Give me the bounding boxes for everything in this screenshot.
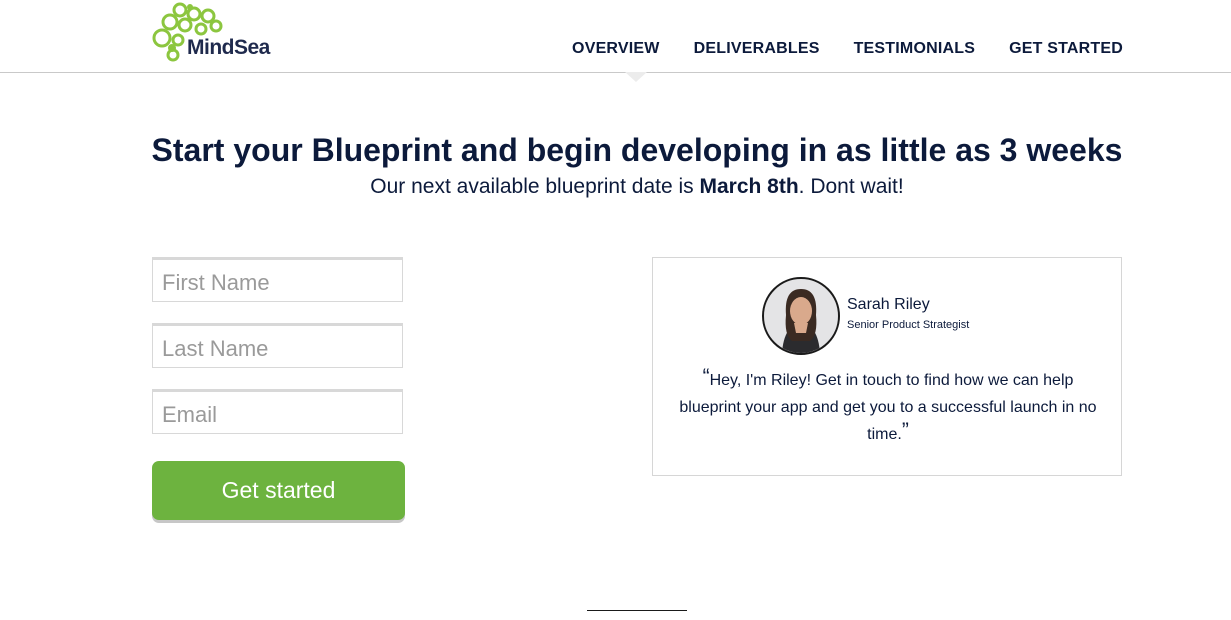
page-headline: Start your Blueprint and begin developin… [151,132,1123,168]
nav-testimonials[interactable]: TESTIMONIALS [854,40,976,58]
last-name-input[interactable] [152,323,403,368]
email-input[interactable] [152,389,403,434]
active-nav-pointer [625,72,647,82]
site-header: MindSea OVERVIEW DELIVERABLES TESTIMONIA… [0,0,1231,73]
open-quote-mark: “ [702,365,710,388]
testimonial-title: Senior Product Strategist [847,319,970,331]
logo-wordmark: MindSea [187,36,270,59]
main-nav: OVERVIEW DELIVERABLES TESTIMONIALS GET S… [572,40,1123,58]
nav-get-started[interactable]: GET STARTED [1009,40,1123,58]
subheadline-prefix: Our next available blueprint date is [370,175,700,198]
blueprint-date: March 8th [699,175,799,198]
avatar [762,277,840,355]
testimonial-card: Sarah Riley Senior Product Strategist “H… [652,257,1122,476]
page-subheadline: Our next available blueprint date is Mar… [0,175,1231,199]
testimonial-quote: “Hey, I'm Riley! Get in touch to find ho… [678,365,1098,448]
first-name-input[interactable] [152,257,403,302]
close-quote-mark: ” [901,419,909,442]
testimonial-text: Hey, I'm Riley! Get in touch to find how… [679,372,1097,443]
mindsea-logo[interactable]: MindSea [150,0,280,66]
get-started-button[interactable]: Get started [152,461,405,520]
nav-overview[interactable]: OVERVIEW [572,40,660,58]
subheadline-suffix: . Dont wait! [798,175,904,198]
section-divider [587,610,687,611]
testimonial-name: Sarah Riley [847,296,930,313]
nav-deliverables[interactable]: DELIVERABLES [694,40,820,58]
person-avatar-icon [782,289,820,353]
